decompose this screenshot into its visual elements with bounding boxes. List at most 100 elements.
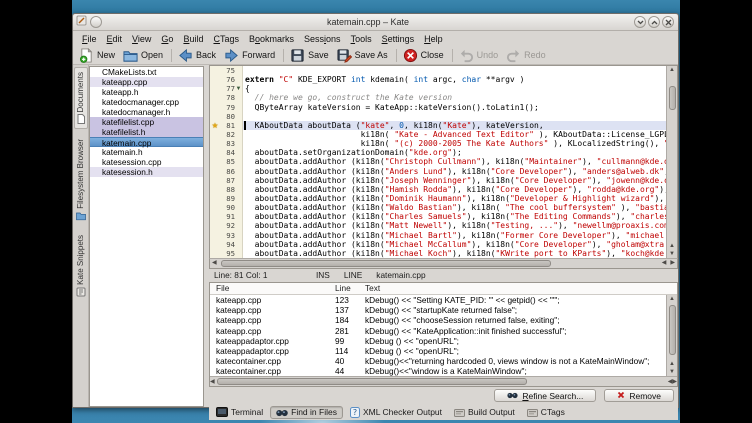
results-vertical-scrollbar[interactable]: ▲ ▲ ▼ (666, 295, 677, 377)
undo-button[interactable]: Undo (456, 47, 504, 64)
code-line-84[interactable]: aboutData.setOrganizationDomain("kde.org… (245, 148, 666, 157)
menu-view[interactable]: View (127, 33, 156, 45)
code-line-81[interactable]: KAboutData aboutData ("kate", 0, ki18n("… (243, 121, 666, 130)
document-item-katemain.cpp[interactable]: katemain.cpp (90, 137, 203, 147)
find-result-row[interactable]: kateappadaptor.cpp114kDebug () << "openU… (210, 346, 666, 356)
maximize-icon[interactable] (648, 16, 660, 28)
scroll-thumb[interactable] (221, 260, 551, 267)
scroll-right-icon[interactable]: ▶ (672, 378, 677, 386)
scroll-up-icon[interactable]: ▲ (669, 360, 675, 368)
document-item-katesession.cpp[interactable]: katesession.cpp (90, 157, 203, 167)
code-line-77[interactable]: { (245, 84, 666, 93)
scroll-right-icon[interactable]: ▶ (668, 260, 677, 266)
code-line-94[interactable]: aboutData.addAuthor (ki18n("Michael McCa… (245, 240, 666, 249)
menu-help[interactable]: Help (419, 33, 448, 45)
code-line-76[interactable]: extern "C" KDE_EXPORT int kdemain( int a… (245, 75, 666, 84)
toolview-tab-find-in-files[interactable]: Find in Files (270, 406, 343, 419)
code-line-90[interactable]: aboutData.addAuthor (ki18n("Waldo Bastia… (245, 203, 666, 212)
code-line-87[interactable]: aboutData.addAuthor (ki18n("Joseph Wenni… (245, 176, 666, 185)
code-line-85[interactable]: aboutData.addAuthor (ki18n("Christoph Cu… (245, 157, 666, 166)
code-line-83[interactable]: ki18n( "(c) 2000-2005 The Kate Authors" … (245, 139, 666, 148)
document-item-katefilelist.h[interactable]: katefilelist.h (90, 127, 203, 137)
minimize-icon[interactable] (634, 16, 646, 28)
find-result-row[interactable]: kateapp.cpp123kDebug() << "Setting KATE_… (210, 295, 666, 305)
code-line-86[interactable]: aboutData.addAuthor (ki18n("Anders Lund"… (245, 167, 666, 176)
find-result-row[interactable]: kateapp.cpp184kDebug() << "chooseSession… (210, 315, 666, 325)
save-as-button[interactable]: Save As (334, 47, 393, 64)
document-item-katesession.h[interactable]: katesession.h (90, 167, 203, 177)
sidebar-tab-kate-snippets[interactable]: Kate Snippets (75, 231, 87, 301)
save-button[interactable]: Save (287, 47, 334, 64)
menu-settings[interactable]: Settings (377, 33, 420, 45)
code-line-82[interactable]: ki18n( "Kate - Advanced Text Editor" ), … (245, 130, 666, 139)
menu-ctags[interactable]: CTags (208, 33, 244, 45)
scroll-up-icon[interactable]: ▲ (669, 66, 675, 74)
column-line[interactable]: Line (335, 283, 365, 293)
code-line-80[interactable] (245, 112, 666, 121)
code-line-93[interactable]: aboutData.addAuthor (ki18n("Michael Bart… (245, 231, 666, 240)
column-text[interactable]: Text (365, 283, 677, 293)
code-line-79[interactable]: QByteArray kateVersion = KateApp::kateVe… (245, 103, 666, 112)
scroll-left-icon[interactable]: ◀ (210, 260, 219, 266)
results-horizontal-scrollbar[interactable]: ◀ ◀ ▶ (210, 376, 677, 386)
menu-go[interactable]: Go (156, 33, 178, 45)
sidebar-tab-filesystem-browser[interactable]: Filesystem Browser (75, 135, 87, 225)
find-results-header[interactable]: File Line Text (210, 283, 677, 295)
find-result-row[interactable]: kateappadaptor.cpp99kDebug () << "openUR… (210, 336, 666, 346)
editor-gutter[interactable]: 757677▼787980★81828384858687888990919293… (210, 66, 243, 258)
code-line-92[interactable]: aboutData.addAuthor (ki18n("Matt Newell"… (245, 221, 666, 230)
sidebar-tab-documents[interactable]: Documents (74, 67, 88, 129)
menu-file[interactable]: File (77, 33, 102, 45)
remove-button[interactable]: Remove (604, 389, 674, 402)
toolview-tab-xml-checker-output[interactable]: ?XML Checker Output (345, 406, 447, 419)
fold-marker-icon[interactable]: ▼ (235, 86, 242, 92)
document-item-katedocmanager.h[interactable]: katedocmanager.h (90, 107, 203, 117)
refine-search-button[interactable]: Refine Search... (494, 389, 596, 402)
menu-build[interactable]: Build (178, 33, 208, 45)
scroll-down-icon[interactable]: ▼ (669, 250, 675, 258)
scroll-thumb[interactable] (669, 305, 676, 355)
open-button[interactable]: Open (120, 47, 168, 64)
menu-bookmarks[interactable]: Bookmarks (244, 33, 299, 45)
find-result-row[interactable]: katecontainer.cpp44kDebug()<<"window is … (210, 366, 666, 376)
document-item-katefilelist.cpp[interactable]: katefilelist.cpp (90, 117, 203, 127)
new-button[interactable]: New (76, 47, 120, 64)
toolview-tab-terminal[interactable]: Terminal (211, 406, 268, 419)
window-menu-button[interactable] (90, 16, 102, 28)
document-item-kateapp.cpp[interactable]: kateapp.cpp (90, 77, 203, 87)
close-icon[interactable] (662, 16, 674, 28)
code-line-88[interactable]: aboutData.addAuthor (ki18n("Hamish Rodda… (245, 185, 666, 194)
menu-edit[interactable]: Edit (102, 33, 128, 45)
menu-sessions[interactable]: Sessions (299, 33, 346, 45)
scroll-up-icon[interactable]: ▲ (669, 295, 675, 303)
scroll-up-icon[interactable]: ▲ (669, 242, 675, 250)
forward-button[interactable]: Forward (221, 47, 280, 64)
code-line-75[interactable] (245, 66, 666, 75)
titlebar[interactable]: katemain.cpp – Kate (73, 14, 678, 31)
back-button[interactable]: Back (175, 47, 221, 64)
document-item-katemain.h[interactable]: katemain.h (90, 147, 203, 157)
document-item-kateapp.h[interactable]: kateapp.h (90, 87, 203, 97)
scroll-thumb[interactable] (217, 378, 527, 385)
close-button[interactable]: Close (400, 47, 449, 64)
editor-vertical-scrollbar[interactable]: ▲ ▲ ▼ (666, 66, 677, 258)
bookmark-star-icon[interactable]: ★ (210, 121, 220, 130)
editor-horizontal-scrollbar[interactable]: ◀ ◀ ▶ (209, 258, 678, 269)
column-file[interactable]: File (210, 283, 335, 293)
find-result-row[interactable]: katecontainer.cpp40kDebug()<<"returning … (210, 356, 666, 366)
menu-tools[interactable]: Tools (346, 33, 377, 45)
document-item-CMakeLists.txt[interactable]: CMakeLists.txt (90, 67, 203, 77)
code-line-78[interactable]: // here we go, construct the Kate versio… (245, 93, 666, 102)
scroll-thumb[interactable] (669, 86, 676, 110)
redo-button[interactable]: Redo (503, 47, 551, 64)
code-line-95[interactable]: aboutData.addAuthor (ki18n("Michael Koch… (245, 249, 666, 258)
code-view[interactable]: extern "C" KDE_EXPORT int kdemain( int a… (243, 66, 666, 258)
find-result-row[interactable]: kateapp.cpp137kDebug() << "startupKate r… (210, 305, 666, 315)
code-line-89[interactable]: aboutData.addAuthor (ki18n("Dominik Haum… (245, 194, 666, 203)
find-result-row[interactable]: kateapp.cpp281kDebug() << "KateApplicati… (210, 326, 666, 336)
document-item-katedocmanager.cpp[interactable]: katedocmanager.cpp (90, 97, 203, 107)
toolview-tab-ctags[interactable]: CTags (522, 406, 570, 419)
toolview-tab-build-output[interactable]: Build Output (449, 406, 520, 419)
scroll-down-icon[interactable]: ▼ (669, 368, 675, 376)
scroll-left-icon[interactable]: ◀ (660, 260, 669, 266)
